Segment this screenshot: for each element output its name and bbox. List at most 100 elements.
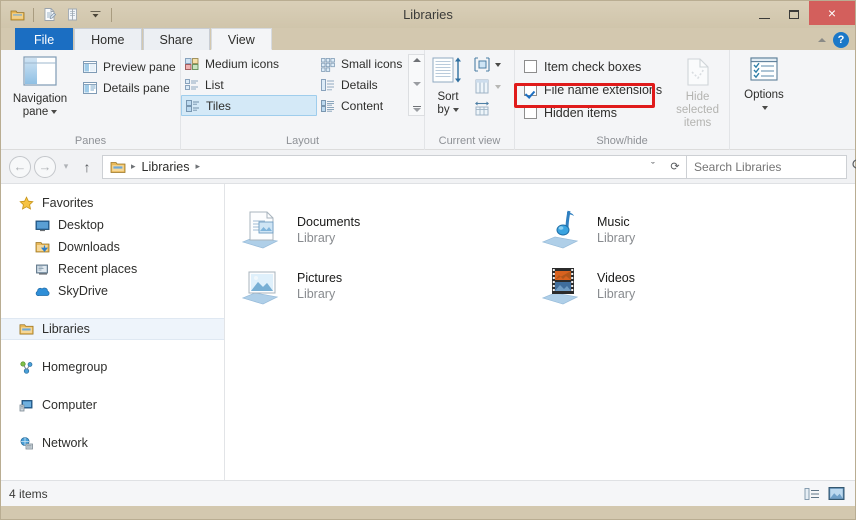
star-icon xyxy=(19,195,36,211)
sidebar-item-homegroup[interactable]: Homegroup xyxy=(1,356,224,378)
hidden-items-row[interactable]: Hidden items xyxy=(515,101,662,124)
item-check-boxes-checkbox[interactable] xyxy=(524,60,537,73)
navigation-pane-button[interactable]: Navigation pane xyxy=(1,50,79,119)
sort-by-button[interactable]: Sort by xyxy=(425,50,471,117)
layout-option-details[interactable]: Details xyxy=(317,74,406,95)
sidebar-item-recent-places[interactable]: Recent places xyxy=(1,258,224,280)
collapse-ribbon-icon[interactable] xyxy=(818,38,826,42)
search-input[interactable] xyxy=(692,158,851,175)
list-item[interactable]: Pictures Library xyxy=(239,258,539,314)
sidebar-item-network[interactable]: Network xyxy=(1,432,224,454)
ribbon-tabs: File Home Share View ? xyxy=(1,28,855,50)
large-icons-view-button[interactable] xyxy=(825,484,847,504)
layout-option-small-icons[interactable]: Small icons xyxy=(317,53,406,74)
sidebar-item-libraries[interactable]: Libraries xyxy=(1,318,224,340)
scroll-up-icon[interactable] xyxy=(412,58,421,62)
layout-option-list[interactable]: List xyxy=(181,74,317,95)
breadcrumb[interactable]: ▸ Libraries ▸ ˇ ⟳ xyxy=(102,154,687,179)
breadcrumb-separator-1[interactable]: ▸ xyxy=(192,161,203,172)
add-columns-button[interactable] xyxy=(471,76,503,97)
sidebar-item-skydrive[interactable]: SkyDrive xyxy=(1,280,224,302)
tile-subtitle: Library xyxy=(297,287,336,301)
more-layouts-icon[interactable] xyxy=(412,106,421,112)
hide-selected-items-button[interactable]: Hide selected items xyxy=(666,50,729,130)
panes-group-caption: Panes xyxy=(74,135,107,147)
title-bar: Libraries × xyxy=(1,1,855,28)
file-name-extensions-checkbox[interactable] xyxy=(524,83,537,96)
nav-spacer-3 xyxy=(1,378,224,394)
network-icon xyxy=(19,436,36,451)
size-all-columns-button[interactable] xyxy=(471,98,503,119)
ribbon: Navigation pane Preview pane Details pan… xyxy=(1,50,855,150)
file-list[interactable]: Documents Library Music Library Pictures… xyxy=(225,184,855,480)
layout-option-tiles[interactable]: Tiles xyxy=(181,95,317,116)
layout-option-content[interactable]: Content xyxy=(317,95,406,116)
sidebar-label-computer: Computer xyxy=(42,398,97,412)
options-group-caption xyxy=(730,134,802,150)
search-box[interactable] xyxy=(687,154,856,179)
sidebar-item-downloads[interactable]: Downloads xyxy=(1,236,224,258)
item-check-boxes-label: Item check boxes xyxy=(544,59,642,74)
sidebar-item-desktop[interactable]: Desktop xyxy=(1,214,224,236)
add-columns-icon xyxy=(475,79,489,94)
history-dropdown-button[interactable]: ˇ xyxy=(642,156,664,178)
close-button[interactable]: × xyxy=(809,1,855,25)
libraries-folder-icon xyxy=(110,160,126,174)
nav-spacer-1 xyxy=(1,302,224,318)
back-button[interactable]: ← xyxy=(9,155,31,178)
sidebar-item-computer[interactable]: Computer xyxy=(1,394,224,416)
downloads-icon xyxy=(35,240,52,255)
tile-grid: Documents Library Music Library Pictures… xyxy=(239,202,855,314)
chevron-down-icon-options[interactable] xyxy=(762,105,769,110)
minimize-button[interactable] xyxy=(749,4,779,25)
layout-label-small-icons: Small icons xyxy=(341,56,403,71)
list-item[interactable]: Documents Library xyxy=(239,202,539,258)
medium-icons-icon xyxy=(184,56,200,72)
options-button[interactable]: Options xyxy=(730,50,798,115)
layout-option-medium-icons[interactable]: Medium icons xyxy=(181,53,317,74)
tile-name: Music xyxy=(597,215,630,229)
chevron-down-icon-sort[interactable] xyxy=(452,107,459,112)
help-icon[interactable]: ? xyxy=(833,32,849,48)
chevron-down-icon[interactable] xyxy=(51,109,58,114)
hidden-items-checkbox[interactable] xyxy=(524,106,537,119)
chevron-down-icon-columns[interactable] xyxy=(495,84,501,89)
main-area: Favorites Desktop Downloads Recent place… xyxy=(1,184,855,480)
list-item[interactable]: Music Library xyxy=(539,202,839,258)
panes-toggle-list: Preview pane Details pane xyxy=(79,50,180,98)
forward-button[interactable]: → xyxy=(34,155,56,178)
breadcrumb-item-libraries[interactable]: Libraries xyxy=(139,160,193,174)
small-icons-icon xyxy=(320,56,336,72)
up-button[interactable]: ↑ xyxy=(77,159,97,175)
sidebar-item-favorites[interactable]: Favorites xyxy=(1,192,224,214)
tab-share[interactable]: Share xyxy=(142,28,210,50)
breadcrumb-right-controls: ˇ ⟳ xyxy=(642,156,686,178)
details-pane-toggle[interactable]: Details pane xyxy=(79,77,180,98)
chevron-down-icon-group[interactable] xyxy=(495,62,501,67)
list-item[interactable]: Videos Library xyxy=(539,258,839,314)
details-view-button[interactable] xyxy=(801,484,823,504)
refresh-button[interactable]: ⟳ xyxy=(664,156,686,178)
scroll-down-icon[interactable] xyxy=(412,82,421,86)
maximize-button[interactable] xyxy=(779,4,809,25)
group-by-button[interactable] xyxy=(471,54,503,75)
show-hide-group-caption: Show/hide xyxy=(596,135,648,147)
layout-label-list: List xyxy=(205,77,224,92)
tab-home[interactable]: Home xyxy=(74,28,142,50)
search-icon[interactable] xyxy=(851,158,856,175)
details-pane-icon xyxy=(82,80,98,96)
ribbon-group-options: Options xyxy=(730,50,802,150)
window-title: Libraries xyxy=(403,7,453,22)
file-name-extensions-row[interactable]: File name extensions xyxy=(515,78,662,101)
preview-pane-toggle[interactable]: Preview pane xyxy=(79,56,180,77)
tab-view[interactable]: View xyxy=(210,28,272,50)
item-count: 4 items xyxy=(9,486,48,501)
size-columns-icon xyxy=(475,101,489,116)
group-by-icon xyxy=(474,57,490,72)
nav-spacer-4 xyxy=(1,416,224,432)
navigation-pane: Favorites Desktop Downloads Recent place… xyxy=(1,184,225,480)
item-check-boxes-row[interactable]: Item check boxes xyxy=(515,55,662,78)
breadcrumb-separator-0[interactable]: ▸ xyxy=(128,161,139,172)
tab-file[interactable]: File xyxy=(15,28,74,50)
recent-locations-button[interactable]: ▾ xyxy=(59,161,73,172)
